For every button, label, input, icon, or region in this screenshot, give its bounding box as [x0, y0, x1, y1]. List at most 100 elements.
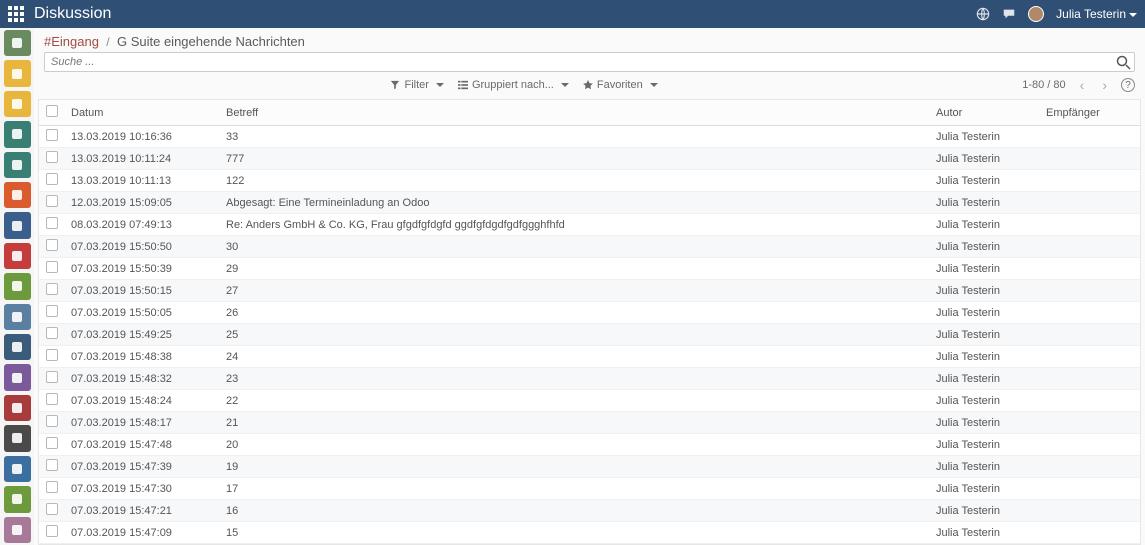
- table-row[interactable]: 07.03.2019 15:50:5030Julia Testerin: [39, 236, 1140, 258]
- cell-subject: 20: [220, 434, 930, 456]
- table-row[interactable]: 07.03.2019 15:47:0915Julia Testerin: [39, 522, 1140, 544]
- sidebar-app-6[interactable]: [4, 212, 31, 238]
- breadcrumb-link-inbox[interactable]: #Eingang: [44, 34, 99, 49]
- cell-author: Julia Testerin: [930, 522, 1040, 544]
- table-row[interactable]: 13.03.2019 10:11:13122Julia Testerin: [39, 170, 1140, 192]
- row-checkbox[interactable]: [46, 525, 58, 537]
- sidebar-app-14[interactable]: [4, 456, 31, 482]
- cell-subject: 23: [220, 368, 930, 390]
- cell-subject: 19: [220, 456, 930, 478]
- table-row[interactable]: 07.03.2019 15:50:0526Julia Testerin: [39, 302, 1140, 324]
- row-checkbox[interactable]: [46, 195, 58, 207]
- table-row[interactable]: 07.03.2019 15:48:1721Julia Testerin: [39, 412, 1140, 434]
- apps-grid-icon[interactable]: [8, 6, 24, 22]
- pager-prev-button[interactable]: ‹: [1076, 77, 1089, 93]
- sidebar-app-7[interactable]: [4, 243, 31, 269]
- table-row[interactable]: 07.03.2019 15:47:3017Julia Testerin: [39, 478, 1140, 500]
- help-globe-icon[interactable]: [976, 7, 990, 21]
- filter-button[interactable]: Filter: [390, 79, 443, 91]
- avatar[interactable]: [1028, 6, 1044, 22]
- row-checkbox[interactable]: [46, 283, 58, 295]
- cell-author: Julia Testerin: [930, 368, 1040, 390]
- table-row[interactable]: 07.03.2019 15:47:2116Julia Testerin: [39, 500, 1140, 522]
- users-icon: [9, 126, 25, 142]
- username-menu[interactable]: Julia Testerin: [1056, 7, 1137, 21]
- col-header-date[interactable]: Datum: [65, 100, 220, 126]
- cell-recipient: [1040, 368, 1140, 390]
- cell-subject: 24: [220, 346, 930, 368]
- cell-date: 07.03.2019 15:47:21: [65, 500, 220, 522]
- row-checkbox[interactable]: [46, 217, 58, 229]
- table-row[interactable]: 08.03.2019 07:49:13Re: Anders GmbH & Co.…: [39, 214, 1140, 236]
- search-icon[interactable]: [1115, 54, 1131, 70]
- note-icon: [9, 96, 25, 112]
- row-checkbox[interactable]: [46, 415, 58, 427]
- cell-subject: 21: [220, 412, 930, 434]
- cell-date: 07.03.2019 15:50:05: [65, 302, 220, 324]
- favorites-button[interactable]: Favoriten: [583, 79, 658, 91]
- cell-recipient: [1040, 346, 1140, 368]
- cell-recipient: [1040, 280, 1140, 302]
- cell-subject: 777: [220, 148, 930, 170]
- table-row[interactable]: 07.03.2019 15:50:3929Julia Testerin: [39, 258, 1140, 280]
- cell-date: 07.03.2019 15:49:25: [65, 324, 220, 346]
- col-header-author[interactable]: Autor: [930, 100, 1040, 126]
- cell-date: 07.03.2019 15:47:09: [65, 522, 220, 544]
- table-row[interactable]: 07.03.2019 15:47:4820Julia Testerin: [39, 434, 1140, 456]
- table-row[interactable]: 07.03.2019 15:47:3919Julia Testerin: [39, 456, 1140, 478]
- row-checkbox[interactable]: [46, 327, 58, 339]
- row-checkbox[interactable]: [46, 173, 58, 185]
- help-button[interactable]: ?: [1121, 78, 1135, 92]
- groupby-button[interactable]: Gruppiert nach...: [458, 79, 569, 91]
- table-row[interactable]: 12.03.2019 15:09:05Abgesagt: Eine Termin…: [39, 192, 1140, 214]
- row-checkbox[interactable]: [46, 151, 58, 163]
- row-checkbox[interactable]: [46, 239, 58, 251]
- row-checkbox[interactable]: [46, 503, 58, 515]
- sidebar-app-9[interactable]: [4, 304, 31, 330]
- sidebar-app-16[interactable]: [4, 517, 31, 543]
- cell-recipient: [1040, 170, 1140, 192]
- cell-subject: 29: [220, 258, 930, 280]
- search-input[interactable]: [44, 52, 1135, 72]
- sidebar-app-11[interactable]: [4, 364, 31, 390]
- table-row[interactable]: 07.03.2019 15:48:3223Julia Testerin: [39, 368, 1140, 390]
- sidebar-app-1[interactable]: [4, 60, 31, 86]
- sidebar-app-0[interactable]: [4, 30, 31, 56]
- select-all-checkbox[interactable]: [46, 105, 58, 117]
- sidebar-app-12[interactable]: [4, 395, 31, 421]
- row-checkbox[interactable]: [46, 261, 58, 273]
- row-checkbox[interactable]: [46, 305, 58, 317]
- table-row[interactable]: 07.03.2019 15:49:2525Julia Testerin: [39, 324, 1140, 346]
- table-row[interactable]: 07.03.2019 15:48:3824Julia Testerin: [39, 346, 1140, 368]
- sidebar-app-13[interactable]: [4, 425, 31, 451]
- globe-icon: [9, 400, 25, 416]
- cell-author: Julia Testerin: [930, 280, 1040, 302]
- cell-date: 07.03.2019 15:50:50: [65, 236, 220, 258]
- table-row[interactable]: 13.03.2019 10:11:24777Julia Testerin: [39, 148, 1140, 170]
- row-checkbox[interactable]: [46, 349, 58, 361]
- cell-author: Julia Testerin: [930, 170, 1040, 192]
- row-checkbox[interactable]: [46, 437, 58, 449]
- chat-icon[interactable]: [1002, 7, 1016, 21]
- table-row[interactable]: 07.03.2019 15:48:2422Julia Testerin: [39, 390, 1140, 412]
- table-row[interactable]: 13.03.2019 10:16:3633Julia Testerin: [39, 126, 1140, 148]
- sidebar-app-10[interactable]: [4, 334, 31, 360]
- sidebar-app-3[interactable]: [4, 121, 31, 147]
- row-checkbox[interactable]: [46, 481, 58, 493]
- col-header-recipient[interactable]: Empfänger: [1040, 100, 1140, 126]
- cell-author: Julia Testerin: [930, 346, 1040, 368]
- row-checkbox[interactable]: [46, 393, 58, 405]
- row-checkbox[interactable]: [46, 371, 58, 383]
- sidebar-app-8[interactable]: [4, 273, 31, 299]
- row-checkbox[interactable]: [46, 129, 58, 141]
- pager-next-button[interactable]: ›: [1098, 77, 1111, 93]
- col-header-subject[interactable]: Betreff: [220, 100, 930, 126]
- sidebar-app-15[interactable]: [4, 486, 31, 512]
- table-row[interactable]: 07.03.2019 15:50:1527Julia Testerin: [39, 280, 1140, 302]
- sidebar-app-2[interactable]: [4, 91, 31, 117]
- row-checkbox[interactable]: [46, 459, 58, 471]
- sidebar-app-4[interactable]: [4, 152, 31, 178]
- calendar-icon: [9, 66, 25, 82]
- sidebar-app-5[interactable]: [4, 182, 31, 208]
- list-icon: [458, 80, 468, 90]
